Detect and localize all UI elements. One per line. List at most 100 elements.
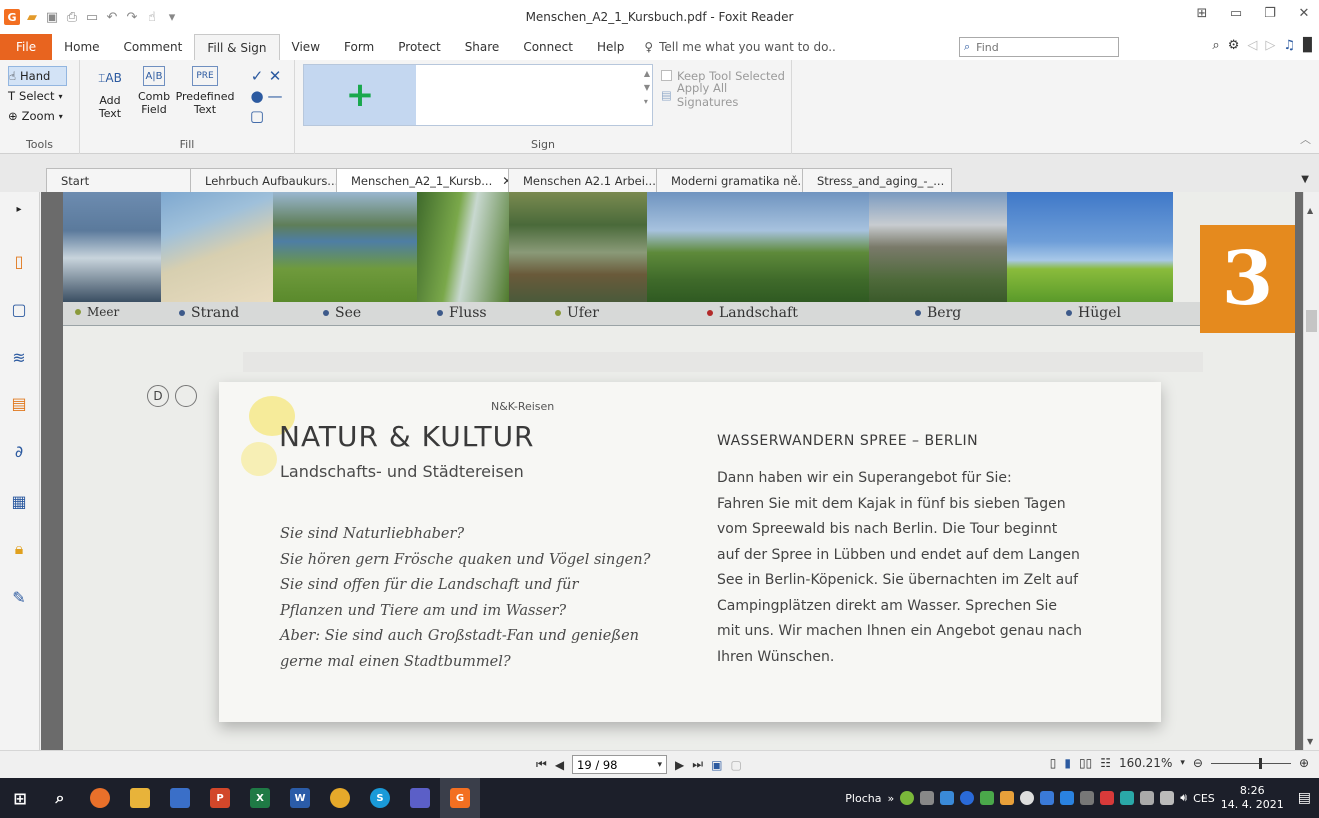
tab-file[interactable]: File: [0, 34, 53, 60]
layers-icon[interactable]: ≋: [8, 346, 30, 368]
chrome-button[interactable]: [320, 778, 360, 818]
print-icon[interactable]: ⎙: [64, 9, 80, 25]
tray-app-icon[interactable]: [1100, 791, 1115, 805]
search-button[interactable]: ⌕: [40, 778, 80, 818]
tab-view[interactable]: View: [280, 34, 332, 60]
apply-all-signatures-button[interactable]: ▤ Apply All Signatures: [661, 81, 791, 109]
notification-bell-icon[interactable]: ♫: [1283, 38, 1295, 53]
zoom-tool-button[interactable]: ⊕ Zoom ▾: [8, 106, 71, 126]
document-view[interactable]: 3 Meer Strand See Fluss Ufer Landschaft …: [41, 192, 1303, 750]
pages-thumbnail-icon[interactable]: ▢: [8, 298, 30, 320]
save-app-button[interactable]: [160, 778, 200, 818]
volume-icon[interactable]: 🔊︎: [1180, 791, 1187, 805]
redo-icon[interactable]: ↷: [124, 9, 140, 25]
tray-location-label[interactable]: Plocha: [845, 792, 881, 805]
page-icon[interactable]: ▭: [84, 9, 100, 25]
last-page-icon[interactable]: ⏭: [692, 757, 703, 772]
tab-help[interactable]: Help: [585, 34, 636, 60]
power-icon[interactable]: [1140, 791, 1155, 805]
tab-form[interactable]: Form: [332, 34, 386, 60]
settings-icon[interactable]: ⚙: [1228, 38, 1240, 53]
zoom-level[interactable]: 160.21%: [1119, 756, 1172, 770]
powerpoint-button[interactable]: P: [200, 778, 240, 818]
chevron-down-icon[interactable]: ▾: [658, 760, 663, 770]
chevron-down-icon[interactable]: ▾: [1180, 758, 1185, 768]
restore-icon[interactable]: ❐: [1261, 6, 1279, 21]
select-tool-button[interactable]: T Select ▾: [8, 86, 71, 106]
clock[interactable]: 8:26 14. 4. 2021: [1221, 784, 1284, 812]
vertical-scrollbar[interactable]: ▲ ▼: [1303, 192, 1319, 750]
tab-share[interactable]: Share: [453, 34, 512, 60]
doc-tab-menschen-kursbuch[interactable]: Menschen_A2_1_Kursb...✕: [336, 168, 510, 193]
facing-page-icon[interactable]: ▯▯: [1079, 756, 1092, 770]
tab-comment[interactable]: Comment: [112, 34, 195, 60]
tab-fill-sign[interactable]: Fill & Sign: [194, 34, 280, 60]
minimize-icon[interactable]: ▭: [1227, 6, 1245, 21]
doc-tab-menschen-arbeitsbuch[interactable]: Menschen A2.1 Arbei...: [508, 168, 658, 192]
gallery-scroll[interactable]: ▲ ▼ ▾: [644, 67, 650, 109]
doc-tab-start[interactable]: Start: [46, 168, 192, 192]
find-box[interactable]: ⌕: [959, 37, 1119, 57]
doc-tab-moderni-gramatika[interactable]: Moderni gramatika ně...: [656, 168, 804, 192]
skype-button[interactable]: S: [360, 778, 400, 818]
dropbox-icon[interactable]: [1060, 791, 1075, 805]
find-input[interactable]: [976, 40, 1097, 54]
continuous-page-icon[interactable]: ▮: [1064, 756, 1071, 770]
tray-app-icon[interactable]: [980, 791, 995, 805]
hand-tool-icon[interactable]: ☝: [144, 9, 160, 25]
first-page-icon[interactable]: ⏮: [536, 757, 547, 772]
action-center-icon[interactable]: ▤: [1298, 790, 1311, 806]
next-page-icon[interactable]: ▶: [675, 758, 684, 772]
teams-button[interactable]: [400, 778, 440, 818]
zoom-slider[interactable]: [1210, 757, 1291, 769]
customize-qat-icon[interactable]: ▾: [164, 9, 180, 25]
firefox-button[interactable]: [80, 778, 120, 818]
previous-page-icon[interactable]: ◀: [555, 758, 564, 772]
signature-panel-icon[interactable]: ▦: [8, 490, 30, 512]
tray-app-icon[interactable]: [920, 791, 935, 805]
start-button[interactable]: ⊞: [0, 778, 40, 818]
cloud-icon[interactable]: [1020, 791, 1035, 805]
doc-tab-lehrbuch[interactable]: Lehrbuch Aufbaukurs....: [190, 168, 338, 192]
rectangle-icon[interactable]: ▢: [250, 107, 264, 125]
open-icon[interactable]: ▰: [24, 9, 40, 25]
tray-app-icon[interactable]: [1040, 791, 1055, 805]
pen-ruler-icon[interactable]: ✎: [8, 586, 30, 608]
scroll-down-icon[interactable]: ▼: [1307, 737, 1313, 746]
save-icon[interactable]: ▣: [44, 9, 60, 25]
toolbar-expand-icon[interactable]: »: [887, 792, 894, 805]
tab-connect[interactable]: Connect: [511, 34, 585, 60]
tab-protect[interactable]: Protect: [386, 34, 452, 60]
tray-app-icon[interactable]: [940, 791, 955, 805]
collapse-ribbon-icon[interactable]: ︿: [1300, 131, 1311, 147]
doc-tab-stress-aging[interactable]: Stress_and_aging_-_...: [802, 168, 952, 192]
file-explorer-button[interactable]: [120, 778, 160, 818]
network-icon[interactable]: [1160, 791, 1175, 805]
tell-me-box[interactable]: ♀ Tell me what you want to do..: [644, 34, 836, 60]
zoom-in-icon[interactable]: ⊕: [1299, 756, 1309, 770]
back-icon[interactable]: ◁: [1247, 38, 1257, 53]
page-number-box[interactable]: ▾: [572, 755, 668, 774]
security-lock-icon[interactable]: 🔒︎: [8, 538, 30, 560]
page-number-input[interactable]: [577, 757, 648, 772]
language-indicator[interactable]: CES: [1193, 792, 1215, 805]
bluetooth-icon[interactable]: [960, 791, 975, 805]
tray-app-icon[interactable]: [1080, 791, 1095, 805]
tray-app-icon[interactable]: [900, 791, 915, 805]
page-copy-icon[interactable]: ▢: [730, 758, 741, 772]
comments-icon[interactable]: ▤: [8, 392, 30, 414]
add-signature-button[interactable]: +: [304, 65, 416, 125]
cross-icon[interactable]: ✕: [269, 67, 282, 85]
bookmark-icon[interactable]: ▯: [8, 250, 30, 272]
close-icon[interactable]: ✕: [1295, 6, 1313, 21]
foxit-taskbar-button[interactable]: G: [440, 778, 480, 818]
word-button[interactable]: W: [280, 778, 320, 818]
single-page-icon[interactable]: ▯: [1050, 756, 1057, 770]
undo-icon[interactable]: ↶: [104, 9, 120, 25]
continuous-facing-icon[interactable]: ☷: [1100, 756, 1111, 770]
zoom-slider-knob[interactable]: [1258, 757, 1262, 769]
tray-app-icon[interactable]: [1000, 791, 1015, 805]
dot-icon[interactable]: ●: [250, 87, 263, 105]
checkmark-icon[interactable]: ✓: [251, 67, 264, 85]
hand-tool-button[interactable]: ☝ Hand: [8, 66, 67, 86]
